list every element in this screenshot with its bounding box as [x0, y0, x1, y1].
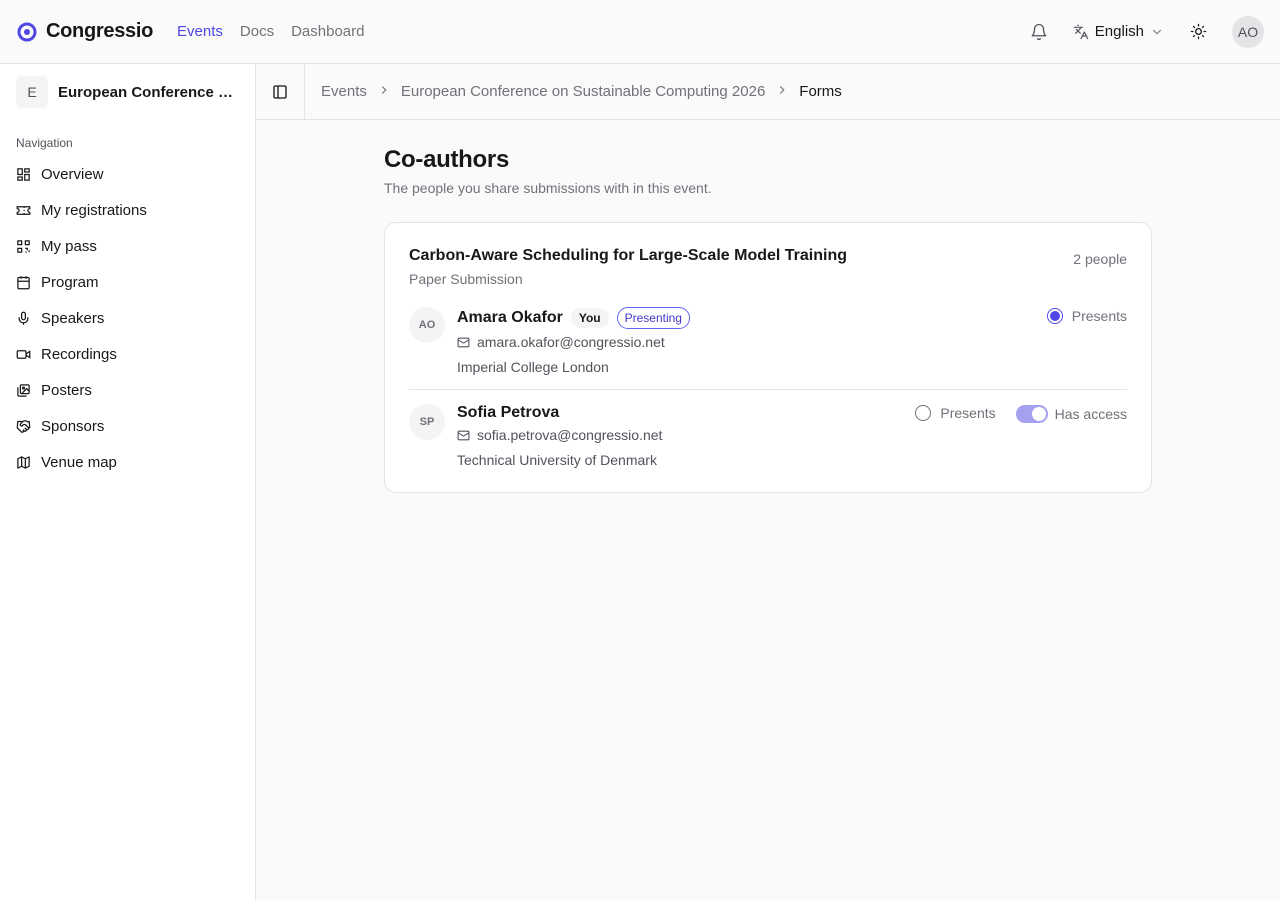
main-content: Co-authors The people you share submissi… — [384, 120, 1152, 493]
sidebar-item-posters[interactable]: Posters — [0, 372, 255, 408]
sidebar-item-label: My pass — [41, 237, 97, 255]
chevron-down-icon — [1152, 29, 1162, 34]
radio-unselected-icon — [915, 405, 932, 421]
sidebar-toggle-button[interactable] — [256, 63, 305, 120]
presenting-badge: Presenting — [616, 307, 690, 329]
calendar-icon — [17, 275, 30, 289]
bell-icon — [1031, 23, 1047, 40]
radio-selected-icon — [1046, 308, 1063, 324]
presents-label: Presents — [940, 405, 996, 421]
video-icon — [16, 349, 31, 359]
breadcrumb-bar: Events European Conference on Sustainabl… — [256, 63, 1280, 120]
breadcrumb-event[interactable]: European Conference on Sustainable Compu… — [401, 83, 765, 100]
nav-dashboard[interactable]: Dashboard — [291, 23, 364, 40]
mail-icon — [457, 337, 470, 347]
page-title: Co-authors — [384, 146, 509, 173]
submission-card: Carbon-Aware Scheduling for Large-Scale … — [384, 222, 1152, 493]
dashboard-icon — [17, 167, 30, 181]
top-nav: Events Docs Dashboard — [177, 23, 364, 40]
chevron-right-icon — [377, 83, 391, 100]
avatar: AO — [409, 307, 445, 343]
sidebar-item-my-registrations[interactable]: My registrations — [0, 192, 255, 228]
page-subtitle: The people you share submissions with in… — [384, 180, 712, 196]
congressio-logo-icon — [17, 22, 37, 41]
presents-label: Presents — [1071, 308, 1127, 324]
event-initial-badge: E — [16, 76, 48, 108]
sidebar-item-label: Sponsors — [41, 417, 105, 435]
coauthor-email: sofia.petrova@congressio.net — [477, 427, 663, 443]
map-icon — [17, 455, 30, 469]
sidebar-item-label: Speakers — [41, 309, 105, 327]
sidebar-item-label: My registrations — [41, 201, 147, 219]
has-access-label: Has access — [1054, 406, 1127, 422]
theme-toggle-button[interactable] — [1182, 16, 1214, 48]
coauthor-name: Sofia Petrova — [457, 404, 560, 421]
sidebar-item-label: Overview — [41, 165, 104, 183]
brand-logo[interactable]: Congressio — [16, 20, 153, 43]
sidebar-item-label: Venue map — [41, 453, 117, 471]
breadcrumb-current: Forms — [799, 83, 842, 100]
sidebar-item-recordings[interactable]: Recordings — [0, 336, 255, 372]
coauthor-organization: Imperial College London — [457, 359, 609, 375]
coauthor-name: Amara Okafor — [457, 309, 563, 326]
sidebar-item-my-pass[interactable]: My pass — [0, 228, 255, 264]
panel-left-icon — [273, 84, 287, 99]
presents-radio[interactable]: Presents — [915, 405, 996, 421]
microphone-icon — [18, 311, 29, 325]
sidebar-item-label: Program — [41, 273, 99, 291]
mail-icon — [457, 430, 470, 440]
nav-docs[interactable]: Docs — [240, 23, 274, 40]
event-name: European Conference on Sustainable Compu… — [58, 83, 236, 101]
coauthor-row: SP Sofia Petrova sofia.petrova@congressi… — [409, 389, 1127, 482]
sidebar-item-label: Recordings — [41, 345, 117, 363]
breadcrumb-events[interactable]: Events — [321, 83, 367, 100]
toggle-switch — [1015, 405, 1048, 423]
handshake-icon — [16, 419, 31, 433]
translate-icon — [1073, 24, 1089, 39]
nav-events[interactable]: Events — [177, 23, 223, 40]
images-icon — [17, 383, 30, 397]
people-count: 2 people — [1073, 251, 1127, 267]
sidebar-item-speakers[interactable]: Speakers — [0, 300, 255, 336]
submission-type: Paper Submission — [409, 271, 523, 287]
brand-name: Congressio — [46, 20, 154, 42]
sidebar-item-sponsors[interactable]: Sponsors — [0, 408, 255, 444]
ticket-icon — [16, 205, 31, 215]
sidebar-item-program[interactable]: Program — [0, 264, 255, 300]
qr-code-icon — [17, 239, 30, 253]
user-avatar[interactable]: AO — [1232, 15, 1264, 48]
top-bar: Congressio Events Docs Dashboard English… — [0, 0, 1280, 64]
sidebar-item-label: Posters — [41, 381, 92, 399]
submission-title: Carbon-Aware Scheduling for Large-Scale … — [409, 247, 847, 264]
has-access-toggle[interactable]: Has access — [1015, 405, 1127, 423]
language-label: English — [1094, 23, 1144, 40]
avatar: SP — [409, 404, 445, 440]
sidebar: E European Conference on Sustainable Com… — [0, 64, 256, 900]
coauthor-email: amara.okafor@congressio.net — [477, 334, 665, 350]
breadcrumb: Events European Conference on Sustainabl… — [305, 83, 842, 100]
you-badge: You — [570, 308, 609, 328]
notifications-button[interactable] — [1023, 16, 1055, 48]
sidebar-item-overview[interactable]: Overview — [0, 156, 255, 192]
coauthor-row: AO Amara Okafor You Presenting amara.oka… — [409, 287, 1127, 389]
sidebar-item-venue-map[interactable]: Venue map — [0, 444, 255, 480]
coauthor-organization: Technical University of Denmark — [457, 452, 657, 468]
presents-radio[interactable]: Presents — [1046, 308, 1127, 324]
chevron-right-icon — [775, 83, 789, 100]
sun-icon — [1190, 23, 1206, 40]
event-switcher[interactable]: E European Conference on Sustainable Com… — [0, 64, 255, 120]
language-selector[interactable]: English — [1073, 23, 1164, 40]
nav-heading: Navigation — [16, 136, 73, 150]
